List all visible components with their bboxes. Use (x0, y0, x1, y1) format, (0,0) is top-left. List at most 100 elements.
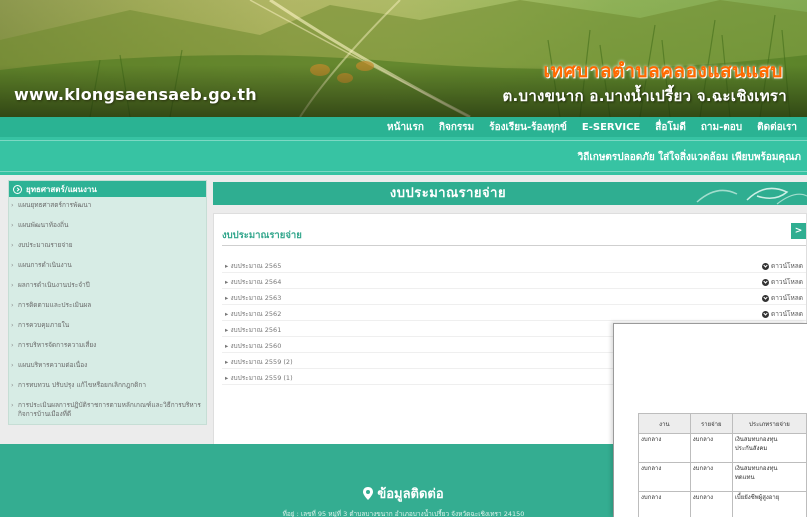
nav-item-activities[interactable]: กิจกรรม (439, 120, 474, 135)
footer-title: ข้อมูลติดต่อ (0, 483, 613, 504)
table-row: งบกลาง งบกลาง เงินสมทบกองทุน ทดแทน (638, 462, 807, 492)
table-cell: เงินสมทบกองทุน ทดแทน (731, 462, 807, 492)
chevron-right-icon: › (11, 361, 14, 369)
footer-title-label: ข้อมูลติดต่อ (377, 487, 444, 502)
nav-item-media[interactable]: สื่อโมดี (655, 120, 686, 135)
budget-detail-table: งาน รายจ่าย ประเภทรายจ่าย งบกลาง งบกลาง เง… (638, 413, 807, 517)
download-label: ดาวน์โหลด (771, 294, 803, 302)
sidebar-item-continuity-plan[interactable]: › แผนบริหารความต่อเนื่อง (11, 361, 205, 370)
table-cell: งบกลาง (638, 491, 691, 517)
card-title: งบประมาณรายจ่าย (222, 230, 302, 241)
main-nav: หน้าแรก กิจกรรม ร้องเรียน-ร้องทุกข์ E-SE… (0, 117, 807, 137)
budget-year-link[interactable]: ▸ งบประมาณ 2565 (225, 261, 281, 271)
footer: ข้อมูลติดต่อ ที่อยู่ : เลขที่ 95 หมู่ที่… (0, 444, 613, 517)
budget-year-label: งบประมาณ 2562 (230, 310, 282, 318)
table-cell: งบกลาง (689, 433, 733, 463)
sidebar-item-risk-management[interactable]: › การบริหารจัดการความเสี่ยง (11, 341, 205, 350)
org-subtitle: ต.บางขนาก อ.บางน้ำเปรี้ยว จ.ฉะเชิงเทรา (502, 87, 787, 105)
table-cell: งบกลาง (638, 433, 691, 463)
download-button[interactable]: ดาวน์โหลด (762, 261, 803, 271)
chevron-right-icon: › (11, 241, 14, 249)
chevron-right-icon: › (11, 341, 14, 349)
card-divider (222, 245, 806, 246)
budget-year-link[interactable]: ▸ งบประมาณ 2560 (225, 341, 281, 351)
circle-arrow-icon (13, 184, 22, 194)
download-button[interactable]: ดาวน์โหลด (762, 277, 803, 287)
sidebar-item-strategy-plan[interactable]: › แผนยุทธศาสตร์การพัฒนา (11, 201, 205, 210)
sidebar-heading-label: ยุทธศาสตร์/แผนงาน (26, 184, 97, 194)
chevron-right-icon: › (11, 401, 14, 409)
table-cell: งบกลาง (689, 462, 733, 492)
nav-item-faq[interactable]: ถาม-ตอบ (701, 120, 742, 135)
sidebar-item-monitoring[interactable]: › การติดตามและประเมินผล (11, 301, 205, 310)
sidebar-list: › แผนยุทธศาสตร์การพัฒนา › แผนพัฒนาท้องถิ่น… (11, 201, 205, 430)
table-cell: เงินสมทบกองทุน ประกันสังคม (731, 433, 807, 463)
budget-year-label: งบประมาณ 2563 (230, 294, 282, 302)
nav-menu: หน้าแรก กิจกรรม ร้องเรียน-ร้องทุกข์ E-SE… (372, 117, 797, 137)
table-row: งบกลาง งบกลาง เบี้ยยังชีพผู้สูงอายุ (638, 491, 807, 517)
budget-row[interactable]: ▸ งบประมาณ 2562 ดาวน์โหลด (222, 305, 806, 321)
strip-divider-top (0, 140, 807, 141)
download-button[interactable]: ดาวน์โหลด (762, 309, 803, 319)
sidebar-item-budget[interactable]: › งบประมาณรายจ่าย (11, 241, 205, 250)
budget-year-link[interactable]: ▸ งบประมาณ 2561 (225, 325, 281, 335)
download-icon (762, 262, 770, 270)
table-cell: เบี้ยยังชีพผู้สูงอายุ (731, 491, 807, 517)
budget-year-link[interactable]: ▸ งบประมาณ 2564 (225, 277, 281, 287)
sidebar-item-local-dev-plan[interactable]: › แผนพัฒนาท้องถิ่น (11, 221, 205, 230)
header-banner: www.klongsaensaeb.go.th เทศบาลตำบลคลองแส… (0, 0, 807, 117)
budget-year-link[interactable]: ▸ งบประมาณ 2563 (225, 293, 281, 303)
budget-row[interactable]: ▸ งบประมาณ 2565 ดาวน์โหลด (222, 257, 806, 273)
nav-item-complaints[interactable]: ร้องเรียน-ร้องทุกข์ (489, 120, 567, 135)
download-label: ดาวน์โหลด (771, 310, 803, 318)
column-header: งาน (638, 413, 691, 434)
table-body: งบกลาง งบกลาง เงินสมทบกองทุน ประกันสังคม งบก… (638, 433, 807, 517)
document-preview-popup[interactable]: งาน รายจ่าย ประเภทรายจ่าย งบกลาง งบกลาง เง… (613, 323, 807, 517)
card-header: งบประมาณรายจ่าย > (214, 214, 806, 252)
budget-year-label: งบประมาณ 2559 (1) (230, 374, 293, 382)
org-title: เทศบาลตำบลคลองแสนแสบ (543, 60, 783, 82)
site-url[interactable]: www.klongsaensaeb.go.th (14, 85, 257, 104)
decorative-swirl-icon (696, 187, 807, 205)
chevron-right-icon: › (11, 281, 14, 289)
budget-year-link[interactable]: ▸ งบประมาณ 2559 (1) (225, 373, 293, 383)
budget-row[interactable]: ▸ งบประมาณ 2563 ดาวน์โหลด (222, 289, 806, 305)
slogan-strip: วิถีเกษตรปลอดภัย ใส่ใจสิ่งแวดล้อม เพียบพ… (0, 137, 807, 175)
nav-item-e-service[interactable]: E-SERVICE (582, 122, 640, 133)
page-root: www.klongsaensaeb.go.th เทศบาลตำบลคลองแส… (0, 0, 807, 517)
nav-item-home[interactable]: หน้าแรก (387, 120, 424, 135)
nav-item-contact[interactable]: ติดต่อเรา (757, 120, 797, 135)
sidebar-item-rules-review[interactable]: › การทบทวน ปรับปรุง แก้ไขหรือยกเลิกกฎกติก… (11, 381, 205, 390)
column-header: ประเภทรายจ่าย (731, 413, 807, 434)
next-button[interactable]: > (791, 223, 806, 239)
chevron-right-icon: › (11, 381, 14, 389)
table-row: งบกลาง งบกลาง เงินสมทบกองทุน ประกันสังคม (638, 433, 807, 463)
page-title: งบประมาณรายจ่าย (389, 186, 507, 201)
budget-row[interactable]: ▸ งบประมาณ 2564 ดาวน์โหลด (222, 273, 806, 289)
chevron-right-icon: › (11, 261, 14, 269)
sidebar-heading[interactable]: ยุทธศาสตร์/แผนงาน (9, 181, 206, 197)
budget-year-label: งบประมาณ 2564 (230, 278, 282, 286)
footer-address: ที่อยู่ : เลขที่ 95 หมู่ที่ 3 ตำบลบางขนา… (282, 510, 525, 517)
table-header-row: งาน รายจ่าย ประเภทรายจ่าย (638, 413, 807, 434)
sidebar-item-good-governance[interactable]: › การประเมินผลการปฏิบัติราชการตามหลักเกณฑ… (11, 401, 205, 419)
budget-year-label: งบประมาณ 2561 (230, 326, 282, 334)
section-title-bar: งบประมาณรายจ่าย (213, 182, 807, 205)
chevron-right-icon: › (11, 201, 14, 209)
strip-divider-bottom (0, 171, 807, 172)
map-pin-icon (363, 487, 374, 500)
budget-year-label: งบประมาณ 2559 (2) (230, 358, 293, 366)
download-label: ดาวน์โหลด (771, 262, 803, 270)
sidebar-item-internal-control[interactable]: › การควบคุมภายใน (11, 321, 205, 330)
budget-year-link[interactable]: ▸ งบประมาณ 2562 (225, 309, 281, 319)
sidebar: ยุทธศาสตร์/แผนงาน › แผนยุทธศาสตร์การพัฒนา… (8, 180, 207, 425)
sidebar-item-operations-plan[interactable]: › แผนการดำเนินงาน (11, 261, 205, 270)
table-cell: งบกลาง (689, 491, 733, 517)
budget-year-link[interactable]: ▸ งบประมาณ 2559 (2) (225, 357, 293, 367)
column-header: รายจ่าย (689, 413, 733, 434)
download-button[interactable]: ดาวน์โหลด (762, 293, 803, 303)
slogan-marquee: วิถีเกษตรปลอดภัย ใส่ใจสิ่งแวดล้อม เพียบพ… (577, 152, 801, 163)
download-icon (762, 294, 770, 302)
chevron-right-icon: › (11, 301, 14, 309)
sidebar-item-annual-results[interactable]: › ผลการดำเนินงานประจำปี (11, 281, 205, 290)
